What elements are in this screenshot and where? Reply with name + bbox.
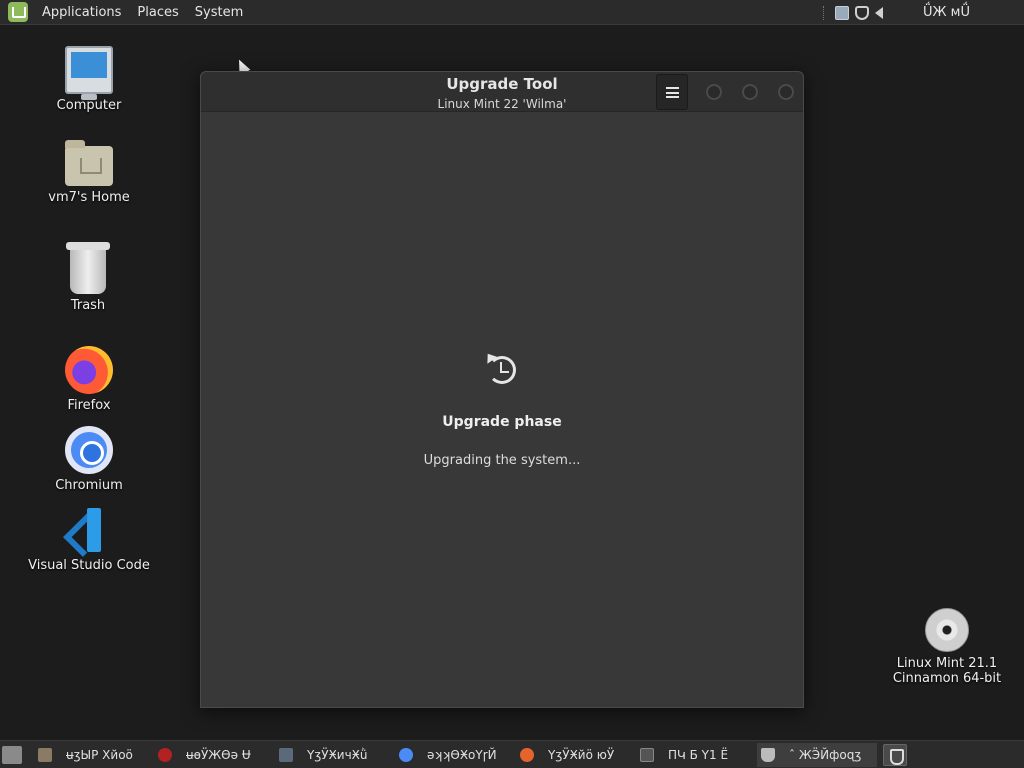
desktop: Applications Places System ǗЖ мǗ Compute… — [0, 0, 1024, 768]
monitor-icon — [279, 748, 293, 762]
taskbar-item[interactable]: ҮʒӰӾичӾǜ — [279, 743, 394, 767]
phase-title: Upgrade phase — [442, 414, 562, 430]
menu-system[interactable]: System — [187, 5, 251, 20]
desktop-icon-label: Computer — [56, 98, 122, 113]
clock[interactable]: ǗЖ мǗ — [923, 5, 970, 20]
desktop-icon-label: Chromium — [55, 478, 123, 493]
linux-mint-menu-icon[interactable] — [8, 2, 28, 22]
taskbar-item-label: əʞʞƟӾоҮɼЙ — [427, 748, 497, 762]
taskbar-item-active[interactable]: ˆ ЖӬЙфоɋʒ — [757, 743, 877, 767]
upgrade-tool-icon — [761, 748, 775, 762]
hamburger-menu-button[interactable] — [656, 74, 688, 110]
taskbar-item[interactable]: ʉɵӰЖѲə Ʉ — [158, 743, 273, 767]
desktop-icon-label: Firefox — [67, 398, 111, 413]
desktop-icon-chromium[interactable]: Chromium — [24, 426, 154, 493]
upgrade-tool-window: Upgrade Tool Linux Mint 22 'Wilma' Upgra… — [200, 71, 804, 708]
volume-icon[interactable] — [875, 6, 884, 19]
window-content: Upgrade phase Upgrading the system... — [201, 113, 803, 707]
taskbar-item-label: ҮʒӰӾичӾǜ — [307, 748, 368, 762]
desktop-icon-home[interactable]: vm7's Home — [24, 140, 154, 205]
files-icon — [38, 748, 52, 762]
vscode-icon — [65, 506, 113, 554]
menu-applications[interactable]: Applications — [34, 5, 129, 20]
desktop-icon-firefox[interactable]: Firefox — [24, 346, 154, 413]
phase-status: Upgrading the system... — [423, 453, 581, 468]
taskbar-item[interactable]: ПԿ Ƃ Ү1 Ё — [640, 743, 755, 767]
chromium-icon — [65, 426, 113, 474]
hamburger-menu-icon — [665, 86, 679, 98]
minimize-button[interactable] — [706, 84, 722, 100]
desktop-icon-computer[interactable]: Computer — [24, 46, 154, 113]
maximize-button[interactable] — [742, 84, 758, 100]
taskbar-item-label: ˆ ЖӬЙфоɋʒ — [789, 748, 862, 762]
top-panel: Applications Places System ǗЖ мǗ — [0, 0, 1024, 25]
desktop-icon-label: Visual Studio Code — [28, 558, 150, 573]
dvd-icon — [925, 608, 969, 652]
desktop-icon-label-line1: Linux Mint 21.1 — [896, 656, 998, 671]
tray-separator — [823, 5, 825, 20]
taskbar-item-label: ʉʒЫР Хйоӧ — [66, 748, 133, 762]
close-button[interactable] — [778, 84, 794, 100]
taskbar-item-label: ПԿ Ƃ Ү1 Ё — [668, 748, 729, 762]
menu-places[interactable]: Places — [129, 5, 186, 20]
taskbar-item[interactable]: əʞʞƟӾоҮɼЙ — [399, 743, 514, 767]
bottom-panel: ʉʒЫР Хйоӧ ʉɵӰЖѲə Ʉ ҮʒӰӾичӾǜ əʞʞƟӾоҮɼЙ Үʒ… — [0, 740, 1024, 768]
home-folder-icon — [65, 140, 113, 186]
desktop-icon-trash[interactable]: Trash — [23, 242, 153, 313]
taskbar-item[interactable]: ҮʒӰӾйӧ юӰ — [520, 743, 635, 767]
window-titlebar[interactable]: Upgrade Tool Linux Mint 22 'Wilma' — [201, 72, 803, 112]
computer-icon — [65, 46, 113, 100]
taskbar-item-label: ʉɵӰЖѲə Ʉ — [186, 748, 251, 762]
desktop-icon-label: Trash — [70, 298, 106, 313]
update-manager-tray-icon[interactable] — [883, 744, 907, 766]
chromium-icon — [399, 748, 413, 762]
desktop-icon-label-line2: Cinnamon 64-bit — [892, 671, 1002, 686]
upgrade-phase-icon — [488, 356, 516, 384]
opera-icon — [158, 748, 172, 762]
desktop-icon-vscode[interactable]: Visual Studio Code — [24, 506, 154, 573]
desktop-icon-label: vm7's Home — [48, 190, 130, 205]
network-icon[interactable] — [835, 5, 850, 20]
firefox-icon — [65, 346, 113, 394]
trash-icon — [66, 242, 110, 294]
shield-icon[interactable] — [855, 5, 870, 20]
desktop-icon-dvd[interactable]: Linux Mint 21.1 Cinnamon 64-bit — [882, 608, 1012, 686]
system-tray: ǗЖ мǗ — [823, 0, 1010, 25]
taskbar-item-label: ҮʒӰӾйӧ юӰ — [548, 748, 615, 762]
show-desktop-icon[interactable] — [2, 746, 22, 764]
terminal-icon — [640, 748, 654, 762]
taskbar-item[interactable]: ʉʒЫР Хйоӧ — [38, 743, 153, 767]
firefox-icon — [520, 748, 534, 762]
